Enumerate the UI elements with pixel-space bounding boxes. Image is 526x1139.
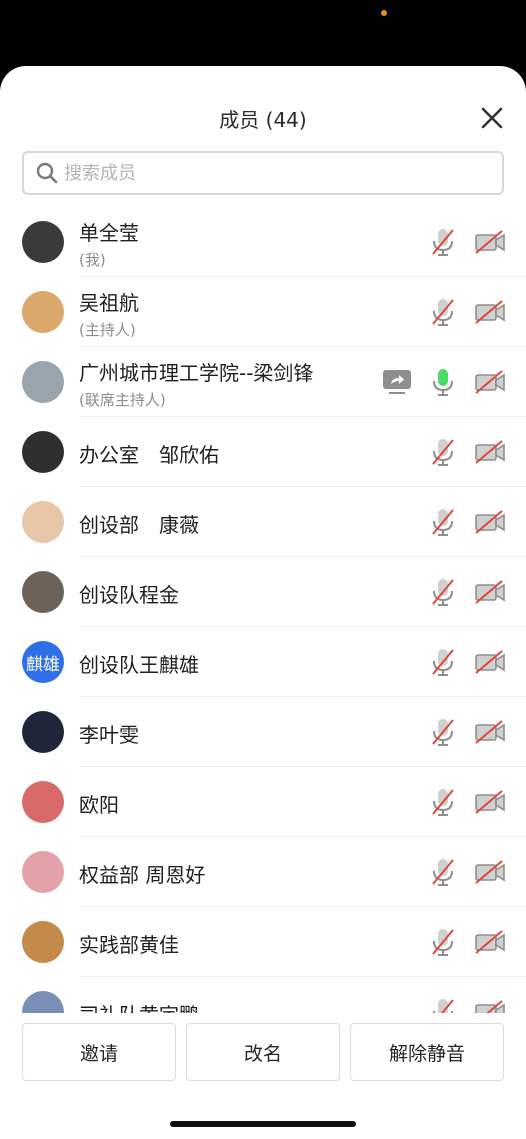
member-name: 吴祖航 bbox=[79, 291, 139, 315]
member-name: 广州城市理工学院--梁剑锋 bbox=[79, 361, 314, 385]
member-row[interactable]: 创设部 康薇 bbox=[0, 487, 526, 557]
microphone-muted-icon[interactable] bbox=[430, 787, 456, 817]
microphone-muted-icon[interactable] bbox=[430, 507, 456, 537]
member-name: 创设队王麒雄 bbox=[79, 653, 199, 677]
avatar bbox=[22, 781, 64, 823]
member-name: 创设队程金 bbox=[79, 583, 179, 607]
avatar bbox=[22, 361, 64, 403]
member-row[interactable]: 创设队程金 bbox=[0, 557, 526, 627]
microphone-muted-icon[interactable] bbox=[430, 297, 456, 327]
microphone-muted-icon[interactable] bbox=[430, 717, 456, 747]
camera-off-icon[interactable] bbox=[474, 999, 506, 1013]
avatar bbox=[22, 571, 64, 613]
camera-off-icon[interactable] bbox=[474, 649, 506, 675]
avatar bbox=[22, 851, 64, 893]
camera-off-icon[interactable] bbox=[474, 369, 506, 395]
member-name: 实践部黄佳 bbox=[79, 933, 179, 957]
camera-off-icon[interactable] bbox=[474, 859, 506, 885]
camera-off-icon[interactable] bbox=[474, 229, 506, 255]
unmute-button[interactable]: 解除静音 bbox=[350, 1023, 504, 1081]
camera-off-icon[interactable] bbox=[474, 719, 506, 745]
status-bar bbox=[0, 0, 526, 66]
member-row[interactable]: 司礼队黄宇鹏 bbox=[0, 977, 526, 1013]
rename-button[interactable]: 改名 bbox=[186, 1023, 340, 1081]
camera-off-icon[interactable] bbox=[474, 789, 506, 815]
camera-off-icon[interactable] bbox=[474, 509, 506, 535]
member-name: 办公室 邹欣佑 bbox=[79, 443, 219, 467]
avatar bbox=[22, 431, 64, 473]
member-row[interactable]: 欧阳 bbox=[0, 767, 526, 837]
member-row[interactable]: 李叶雯 bbox=[0, 697, 526, 767]
member-role: (主持人) bbox=[79, 321, 136, 339]
member-row[interactable]: 实践部黄佳 bbox=[0, 907, 526, 977]
member-name: 创设部 康薇 bbox=[79, 513, 199, 537]
member-role: (我) bbox=[79, 251, 106, 269]
microphone-muted-icon[interactable] bbox=[430, 927, 456, 957]
camera-off-icon[interactable] bbox=[474, 299, 506, 325]
close-icon bbox=[481, 107, 503, 129]
privacy-indicator-dot bbox=[381, 10, 387, 16]
member-row[interactable]: 办公室 邹欣佑 bbox=[0, 417, 526, 487]
member-name: 单全莹 bbox=[79, 221, 139, 245]
member-row[interactable]: 广州城市理工学院--梁剑锋 (联席主持人) bbox=[0, 347, 526, 417]
member-name: 司礼队黄宇鹏 bbox=[79, 999, 199, 1013]
member-row[interactable]: 权益部 周恩好 bbox=[0, 837, 526, 907]
camera-off-icon[interactable] bbox=[474, 579, 506, 605]
avatar bbox=[22, 921, 64, 963]
page-title: 成员 (44) bbox=[219, 108, 307, 132]
avatar bbox=[22, 991, 64, 1013]
member-name: 欧阳 bbox=[79, 793, 119, 817]
footer-actions: 邀请 改名 解除静音 bbox=[0, 1013, 526, 1139]
avatar bbox=[22, 711, 64, 753]
member-name: 权益部 周恩好 bbox=[79, 863, 206, 887]
camera-off-icon[interactable] bbox=[474, 929, 506, 955]
microphone-muted-icon[interactable] bbox=[430, 647, 456, 677]
home-indicator bbox=[170, 1121, 356, 1127]
member-list: 单全莹 (我) 吴祖航 (主持人) 广州城市理工学院--梁剑锋 (联席主持人) 办公室 邹欣… bbox=[0, 207, 526, 1013]
member-row[interactable]: 麒雄 创设队王麒雄 bbox=[0, 627, 526, 697]
avatar bbox=[22, 501, 64, 543]
search-box[interactable] bbox=[22, 151, 504, 195]
microphone-muted-icon[interactable] bbox=[430, 577, 456, 607]
avatar bbox=[22, 221, 64, 263]
search-icon bbox=[36, 162, 58, 184]
member-row[interactable]: 单全莹 (我) bbox=[0, 207, 526, 277]
close-button[interactable] bbox=[476, 102, 508, 134]
microphone-muted-icon[interactable] bbox=[430, 857, 456, 887]
microphone-muted-icon[interactable] bbox=[430, 437, 456, 467]
members-sheet: 成员 (44) 单全莹 (我) 吴祖航 (主持人) 广州城市理工学院--梁剑锋 (联席主持… bbox=[0, 66, 526, 1139]
microphone-muted-icon[interactable] bbox=[430, 997, 456, 1013]
microphone-on-icon[interactable] bbox=[430, 367, 456, 397]
avatar bbox=[22, 291, 64, 333]
member-row[interactable]: 吴祖航 (主持人) bbox=[0, 277, 526, 347]
avatar: 麒雄 bbox=[22, 641, 64, 683]
member-role: (联席主持人) bbox=[79, 391, 166, 409]
microphone-muted-icon[interactable] bbox=[430, 227, 456, 257]
member-name: 李叶雯 bbox=[79, 723, 139, 747]
sheet-header: 成员 (44) bbox=[0, 66, 526, 150]
screen-share-icon[interactable] bbox=[382, 369, 412, 395]
camera-off-icon[interactable] bbox=[474, 439, 506, 465]
invite-button[interactable]: 邀请 bbox=[22, 1023, 176, 1081]
search-input[interactable] bbox=[64, 162, 464, 184]
